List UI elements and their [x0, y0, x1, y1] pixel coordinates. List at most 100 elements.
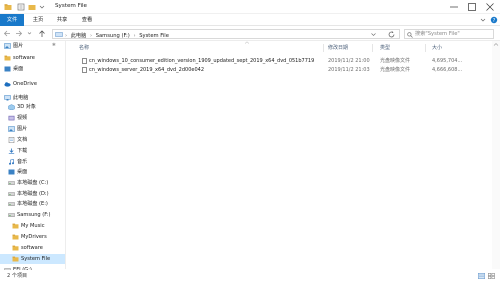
this-pc-icon — [55, 31, 63, 37]
sidebar-item-label: My Music — [21, 223, 45, 229]
sidebar-item[interactable]: software — [0, 243, 65, 253]
sidebar-item[interactable]: software — [0, 53, 65, 63]
table-row[interactable]: cn_windows_server_2019_x64_dvd_2d00e042 … — [79, 66, 489, 74]
file-type: 光盘映像文件 — [380, 58, 411, 64]
large-icons-view-icon[interactable] — [488, 273, 495, 279]
sidebar-item[interactable]: MyDrivers — [0, 232, 65, 242]
tab-share[interactable]: 共享 — [52, 14, 72, 26]
column-header-type[interactable]: 类型 — [380, 44, 390, 52]
status-bar: 2 个项目 — [0, 270, 500, 282]
file-type: 光盘映像文件 — [380, 67, 411, 73]
folder-icon — [4, 55, 11, 61]
close-button[interactable] — [482, 0, 498, 14]
pin-icon: ✱ — [52, 43, 56, 48]
column-header-size[interactable]: 大小 — [432, 44, 442, 52]
column-separator[interactable] — [323, 44, 324, 52]
sidebar-item-label: 图片 — [13, 43, 24, 49]
minimize-icon — [450, 6, 458, 8]
sidebar-item[interactable]: 图片 — [0, 124, 65, 134]
item-count: 2 个项目 — [7, 273, 28, 279]
refresh-icon[interactable] — [388, 31, 396, 38]
recent-locations-icon[interactable] — [27, 29, 32, 38]
title-bar: System File — [0, 0, 500, 14]
sidebar-item[interactable]: 下载 — [0, 146, 65, 156]
sidebar-item-label: 视频 — [17, 115, 28, 121]
sidebar-item-label: 桌面 — [13, 66, 24, 72]
sidebar-item[interactable]: 音乐 — [0, 157, 65, 167]
this-pc-icon — [4, 95, 11, 101]
tab-home[interactable]: 主页 — [28, 14, 48, 26]
breadcrumb-folder[interactable]: System File — [139, 33, 169, 39]
details-view-icon[interactable] — [478, 273, 485, 279]
file-list: 名称 修改日期 类型 大小 cn_windows_10_consumer_edi… — [67, 41, 492, 269]
sidebar-item-label: 音乐 — [17, 159, 28, 165]
desktop-folder-icon — [4, 66, 11, 72]
window-title: System File — [55, 3, 87, 9]
disc-image-file-icon — [82, 67, 87, 73]
address-field[interactable]: › 此电脑 › Samsung (F:) › System File — [52, 29, 400, 39]
sidebar-item-label: OneDrive — [13, 81, 37, 87]
drive-icon — [8, 213, 15, 217]
column-separator[interactable] — [372, 44, 373, 52]
pictures-icon — [8, 126, 15, 132]
folder-icon — [12, 256, 19, 262]
new-folder-icon[interactable] — [28, 3, 36, 11]
file-modified: 2019/11/2 21:00 — [328, 58, 370, 64]
breadcrumb-this-pc[interactable]: 此电脑 — [71, 33, 87, 39]
up-arrow-icon[interactable] — [38, 29, 46, 38]
documents-icon — [8, 137, 15, 143]
sidebar-item[interactable]: 本地磁盘 (E:) — [0, 199, 65, 209]
drive-icon — [8, 202, 15, 206]
sidebar-item[interactable]: 文档 — [0, 135, 65, 145]
disc-image-file-icon — [82, 58, 87, 64]
sidebar-item[interactable]: OneDrive — [0, 79, 65, 89]
expand-ribbon-icon[interactable] — [480, 17, 486, 23]
sidebar-item[interactable]: 3D 对象 — [0, 102, 65, 112]
music-icon — [9, 159, 14, 165]
help-icon[interactable]: ? — [490, 16, 498, 24]
column-separator[interactable] — [425, 44, 426, 52]
sidebar-item[interactable]: My Music — [0, 221, 65, 231]
breadcrumb-drive[interactable]: Samsung (F:) — [96, 33, 130, 39]
videos-icon — [8, 115, 15, 121]
search-input[interactable] — [415, 30, 493, 38]
scroll-up-icon[interactable] — [493, 42, 499, 47]
file-size: 4,666,608... — [432, 67, 463, 73]
minimize-button[interactable] — [446, 0, 462, 14]
column-header-name[interactable]: 名称 — [79, 44, 89, 52]
forward-arrow-icon[interactable] — [15, 29, 23, 38]
search-icon — [407, 31, 413, 38]
sidebar-item[interactable]: 图片 ✱ — [0, 41, 65, 51]
chevron-down-icon[interactable] — [39, 3, 45, 11]
sidebar-item[interactable]: Samsung (F:) — [0, 210, 65, 220]
sidebar-item[interactable]: 桌面 — [0, 64, 65, 74]
address-bar-row: › 此电脑 › Samsung (F:) › System File — [0, 27, 500, 41]
properties-icon[interactable] — [17, 3, 25, 11]
sidebar-item[interactable]: 本地磁盘 (D:) — [0, 189, 65, 199]
maximize-button[interactable] — [464, 0, 480, 14]
back-arrow-icon[interactable] — [3, 29, 11, 38]
downloads-icon — [8, 148, 15, 154]
sidebar-item[interactable]: 桌面 — [0, 167, 65, 177]
sidebar-item-label: software — [21, 245, 43, 251]
sidebar-item-label: 本地磁盘 (C:) — [17, 180, 49, 186]
drive-icon — [8, 181, 15, 185]
folder-icon — [12, 223, 19, 229]
svg-text:?: ? — [493, 18, 496, 24]
vertical-scrollbar[interactable] — [492, 41, 500, 269]
sidebar-item[interactable]: System File — [0, 254, 65, 264]
sidebar-item[interactable]: 本地磁盘 (C:) — [0, 178, 65, 188]
navigation-pane[interactable]: 图片 ✱ software 桌面 OneDrive 此电脑 3D 对象 视频 图片 文档 下载 音乐桌… — [0, 41, 66, 273]
sidebar-item-label: MyDrivers — [21, 234, 47, 240]
table-row[interactable]: cn_windows_10_consumer_edition_version_1… — [79, 57, 489, 65]
tab-file[interactable]: 文件 — [0, 14, 24, 26]
chevron-down-icon[interactable] — [371, 32, 376, 37]
onedrive-cloud-icon — [4, 82, 11, 87]
folder-icon — [4, 4, 12, 10]
search-box[interactable] — [404, 29, 494, 39]
drive-icon — [8, 192, 15, 196]
ribbon-tabs: 文件 主页 共享 查看 ? — [0, 14, 500, 26]
tab-view[interactable]: 查看 — [77, 14, 97, 26]
sidebar-item[interactable]: 视频 — [0, 113, 65, 123]
column-header-modified[interactable]: 修改日期 — [328, 44, 348, 52]
